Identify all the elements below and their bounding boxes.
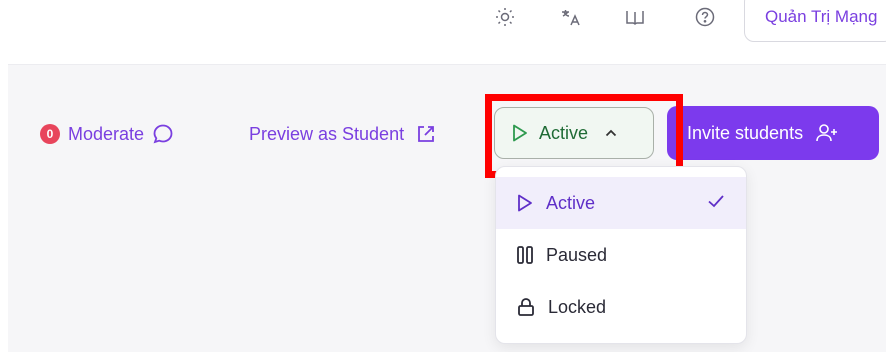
top-bar: Quản Trị Mạng (0, 0, 886, 64)
status-menu-item-paused[interactable]: Paused (496, 229, 746, 281)
book-icon[interactable] (622, 4, 648, 30)
status-label: Active (539, 122, 589, 143)
chat-bubble-icon (152, 123, 174, 145)
invite-label: Invite students (687, 122, 804, 143)
invite-students-button[interactable]: Invite students (667, 106, 879, 160)
status-menu-item-active[interactable]: Active (496, 177, 746, 229)
pause-icon (516, 245, 534, 265)
brightness-icon[interactable] (492, 4, 518, 30)
status-menu: Active Paused Locked (495, 166, 747, 344)
lock-icon (516, 297, 536, 317)
checkmark-icon (706, 191, 726, 211)
status-menu-label: Locked (548, 296, 607, 317)
status-menu-label: Active (546, 192, 596, 213)
preview-as-student-link[interactable]: Preview as Student (249, 120, 436, 148)
help-icon[interactable] (692, 4, 718, 30)
add-user-icon (815, 122, 839, 144)
status-dropdown-button[interactable]: Active (494, 107, 654, 159)
moderate-button[interactable]: 0 Moderate (40, 120, 174, 148)
translate-icon[interactable] (558, 4, 584, 30)
chevron-up-icon (604, 126, 618, 140)
external-link-icon (416, 124, 436, 144)
user-menu-button[interactable]: Quản Trị Mạng (744, 0, 886, 42)
preview-label: Preview as Student (249, 123, 405, 144)
moderate-count-badge: 0 (40, 124, 60, 144)
play-icon (516, 193, 534, 213)
moderate-label: Moderate (68, 123, 145, 144)
status-menu-item-locked[interactable]: Locked (496, 281, 746, 333)
play-icon (511, 123, 529, 143)
status-menu-label: Paused (546, 244, 608, 265)
user-name: Quản Trị Mạng (765, 7, 878, 26)
